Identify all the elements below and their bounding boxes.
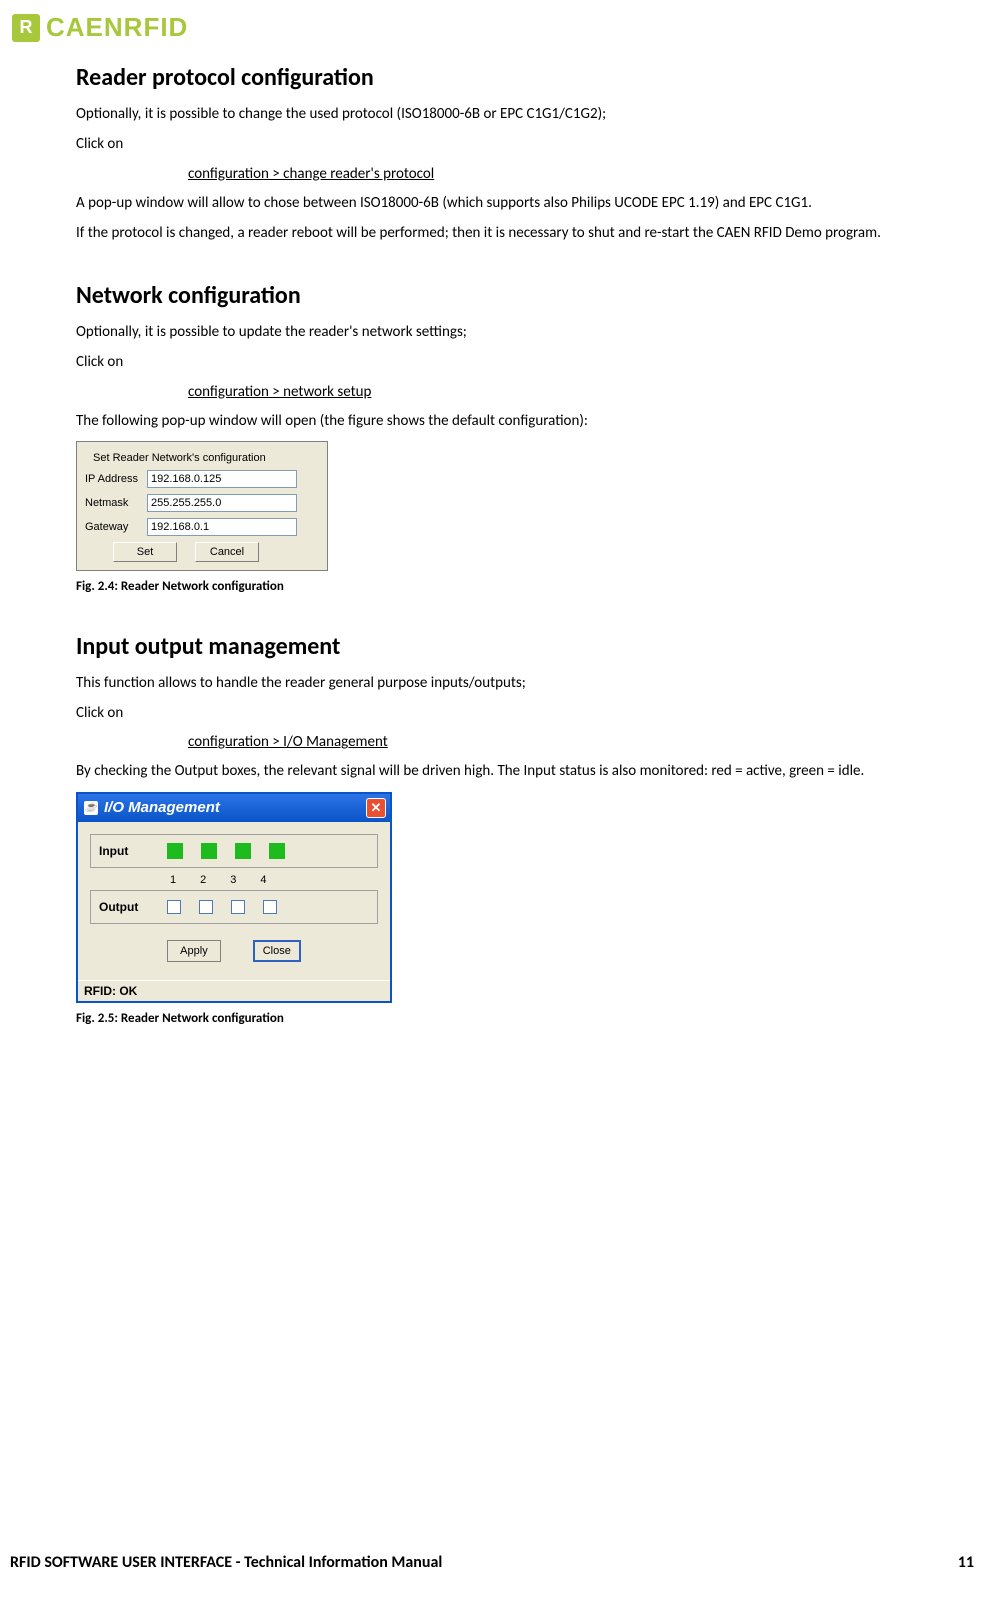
ip-row: IP Address xyxy=(85,470,319,488)
text: Optionally, it is possible to change the… xyxy=(76,104,928,124)
dialog-button-row: Set Cancel xyxy=(85,542,319,562)
footer-title: RFID SOFTWARE USER INTERFACE - Technical… xyxy=(10,1553,442,1572)
input-row: Input xyxy=(90,834,378,868)
figure-caption: Fig. 2.4: Reader Network configuration xyxy=(76,579,928,594)
java-icon: ☕ xyxy=(84,801,98,815)
col-num: 3 xyxy=(230,874,236,886)
col-num: 1 xyxy=(170,874,176,886)
close-button[interactable]: Close xyxy=(253,940,301,962)
input-label: Input xyxy=(99,844,161,858)
text: Click on xyxy=(76,352,928,372)
io-management-dialog: ☕ I/O Management ✕ Input 1 2 3 4 xyxy=(76,792,392,1003)
col-num: 2 xyxy=(200,874,206,886)
input-led-4 xyxy=(269,843,285,859)
menu-path: configuration > I/O Management xyxy=(188,733,928,751)
page-number: 11 xyxy=(958,1553,974,1572)
column-numbers: 1 2 3 4 xyxy=(90,872,378,890)
close-icon[interactable]: ✕ xyxy=(366,798,386,818)
text: If the protocol is changed, a reader reb… xyxy=(76,223,928,243)
netmask-row: Netmask xyxy=(85,494,319,512)
dialog-title: Set Reader Network's configuration xyxy=(93,452,319,464)
menu-path: configuration > network setup xyxy=(188,383,928,401)
io-body: Input 1 2 3 4 Output xyxy=(78,822,390,980)
cancel-button[interactable]: Cancel xyxy=(195,542,259,562)
network-config-dialog: Set Reader Network's configuration IP Ad… xyxy=(76,441,328,571)
page-footer: RFID SOFTWARE USER INTERFACE - Technical… xyxy=(10,1553,974,1572)
text: This function allows to handle the reade… xyxy=(76,673,928,693)
output-checkbox-2[interactable] xyxy=(199,900,213,914)
output-row: Output xyxy=(90,890,378,924)
set-button[interactable]: Set xyxy=(113,542,177,562)
heading-network-config: Network configuration xyxy=(76,281,928,310)
text: Optionally, it is possible to update the… xyxy=(76,322,928,342)
gateway-input[interactable] xyxy=(147,518,297,536)
text: By checking the Output boxes, the releva… xyxy=(76,761,928,781)
col-num: 4 xyxy=(260,874,266,886)
gateway-label: Gateway xyxy=(85,521,147,533)
page-content: Reader protocol configuration Optionally… xyxy=(0,63,1004,1026)
logo-text: CAENRFID xyxy=(46,12,188,43)
menu-path: configuration > change reader's protocol xyxy=(188,165,928,183)
figure-caption: Fig. 2.5: Reader Network configuration xyxy=(76,1011,928,1026)
brand-logo: CAENRFID xyxy=(12,12,1004,43)
ip-label: IP Address xyxy=(85,473,147,485)
output-label: Output xyxy=(99,900,161,914)
status-bar: RFID: OK xyxy=(78,980,390,1001)
output-checkbox-4[interactable] xyxy=(263,900,277,914)
netmask-label: Netmask xyxy=(85,497,147,509)
output-checkbox-1[interactable] xyxy=(167,900,181,914)
io-button-row: Apply Close xyxy=(90,928,378,976)
text: Click on xyxy=(76,134,928,154)
ip-address-input[interactable] xyxy=(147,470,297,488)
gateway-row: Gateway xyxy=(85,518,319,536)
text: A pop-up window will allow to chose betw… xyxy=(76,193,928,213)
input-led-3 xyxy=(235,843,251,859)
input-led-2 xyxy=(201,843,217,859)
io-titlebar: ☕ I/O Management ✕ xyxy=(78,794,390,822)
heading-reader-protocol: Reader protocol configuration xyxy=(76,63,928,92)
netmask-input[interactable] xyxy=(147,494,297,512)
text: Click on xyxy=(76,703,928,723)
output-checkbox-3[interactable] xyxy=(231,900,245,914)
text: The following pop-up window will open (t… xyxy=(76,411,928,431)
heading-io-management: Input output management xyxy=(76,632,928,661)
io-title: I/O Management xyxy=(104,799,220,816)
logo-icon xyxy=(12,14,40,42)
input-led-1 xyxy=(167,843,183,859)
apply-button[interactable]: Apply xyxy=(167,940,221,962)
